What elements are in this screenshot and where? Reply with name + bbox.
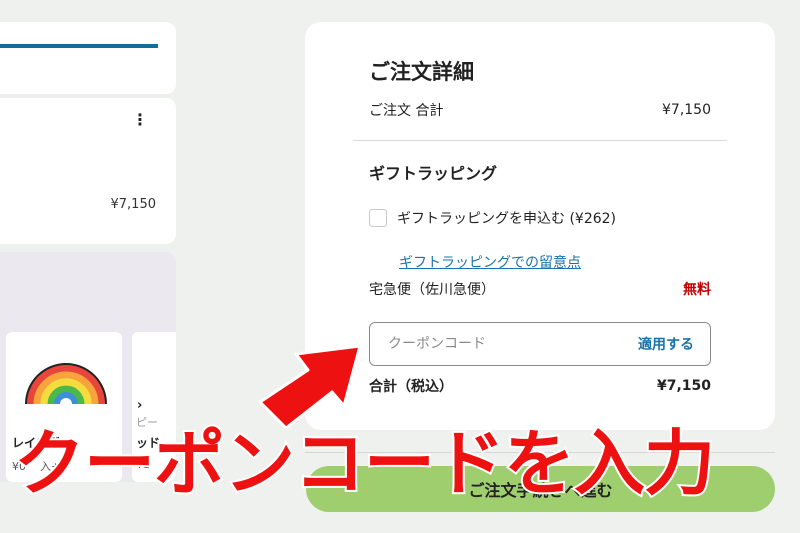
cart-item-card: ⋮ ¥7,150 (0, 98, 176, 244)
total-row: 合計（税込） ¥7,150 (369, 376, 711, 396)
progress-bar (0, 44, 158, 48)
total-label: 合計（税込） (369, 379, 453, 395)
chevron-right-icon[interactable]: › (137, 398, 142, 413)
annotation-caption: クーポンコードを入力 (12, 422, 717, 505)
subtotal-label: ご注文 合計 (369, 103, 444, 119)
divider (353, 140, 727, 141)
gift-wrapping-notes-link[interactable]: ギフトラッピングでの留意点 (399, 252, 581, 272)
shipping-row: 宅急便（佐川急便） 無料 (369, 279, 711, 299)
subtotal-value: ¥7,150 (662, 102, 711, 118)
progress-card (0, 22, 176, 94)
cart-item-price: ¥7,150 (110, 197, 157, 212)
coupon-field: 適用する (369, 322, 711, 366)
gift-wrapping-checkbox-label: ギフトラッピングを申込む (¥262) (397, 211, 617, 227)
gift-wrapping-option[interactable]: ギフトラッピングを申込む (¥262) (369, 208, 616, 228)
rainbow-product-image (25, 363, 107, 405)
apply-coupon-button[interactable]: 適用する (638, 334, 694, 354)
shipping-value: 無料 (683, 282, 711, 298)
subtotal-row: ご注文 合計 ¥7,150 (369, 100, 711, 120)
gift-wrapping-title: ギフトラッピング (369, 164, 498, 183)
coupon-input[interactable] (386, 335, 590, 353)
total-value: ¥7,150 (656, 378, 711, 394)
kebab-menu-icon[interactable]: ⋮ (132, 112, 148, 128)
shipping-label: 宅急便（佐川急便） (369, 282, 495, 298)
order-details-title: ご注文詳細 (369, 60, 474, 84)
gift-wrapping-checkbox[interactable] (369, 209, 387, 227)
